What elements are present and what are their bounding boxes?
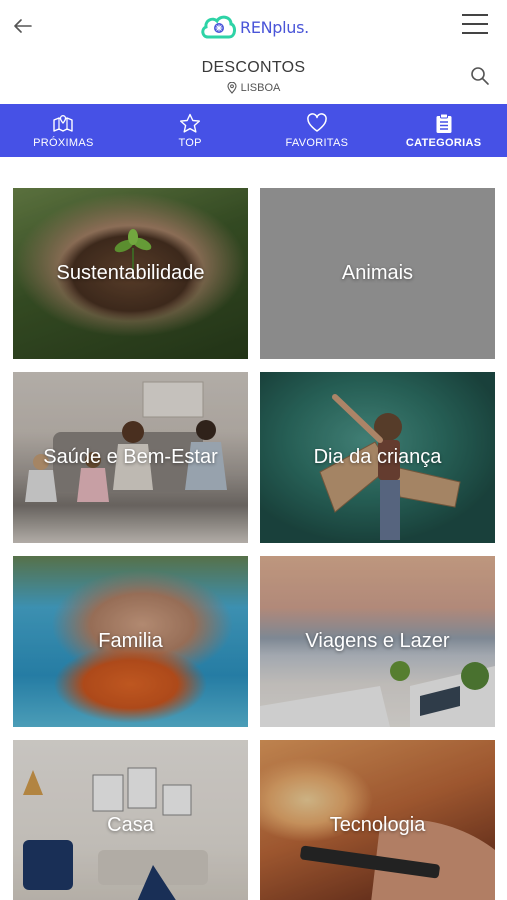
- location-label: LISBOA: [240, 82, 281, 94]
- category-label: Tecnologia: [329, 814, 426, 836]
- tab-label: FAVORITAS: [285, 137, 349, 149]
- page-title: DESCONTOS: [201, 59, 306, 76]
- tab-label: CATEGORIAS: [405, 137, 482, 149]
- category-label: Animais: [341, 262, 414, 284]
- tab-label: PRÓXIMAS: [33, 137, 94, 149]
- category-card-animais[interactable]: Animais: [260, 188, 495, 359]
- menu-line: [462, 14, 488, 16]
- back-button[interactable]: [10, 14, 36, 38]
- tab-top[interactable]: TOP: [127, 104, 254, 157]
- category-label: Saúde e Bem-Estar: [43, 446, 218, 468]
- category-card-sustentabilidade[interactable]: Sustentabilidade: [13, 188, 248, 359]
- tab-label: TOP: [178, 137, 202, 149]
- category-tabs: PRÓXIMAS TOP FAVORITAS CATEGORIAS: [0, 104, 507, 157]
- category-card-saude-bem-estar[interactable]: Saúde e Bem-Estar: [13, 372, 248, 543]
- top-bar: RENplus.: [0, 0, 507, 54]
- arrow-left-icon: [14, 19, 32, 33]
- category-card-casa[interactable]: Casa: [13, 740, 248, 900]
- star-icon: [180, 113, 201, 133]
- category-label: Casa: [107, 814, 154, 836]
- map-icon: [53, 115, 74, 132]
- menu-line: [462, 23, 488, 25]
- search-button[interactable]: [470, 66, 492, 88]
- category-card-familia[interactable]: Familia: [13, 556, 248, 727]
- category-card-viagens-lazer[interactable]: Viagens e Lazer: [260, 556, 495, 727]
- location-indicator[interactable]: LISBOA: [0, 82, 507, 94]
- menu-line: [462, 32, 488, 34]
- logo-cloud-icon: [201, 15, 236, 39]
- category-card-tecnologia[interactable]: Tecnologia: [260, 740, 495, 900]
- category-label: Dia da criança: [313, 446, 442, 468]
- logo-text: RENplus.: [240, 17, 309, 37]
- tab-categorias[interactable]: CATEGORIAS: [380, 104, 507, 157]
- category-grid: Sustentabilidade Animais Saúde e Bem-Est…: [13, 188, 495, 900]
- location-pin-icon: [227, 82, 237, 94]
- search-icon: [471, 67, 489, 85]
- category-card-dia-da-crianca[interactable]: Dia da criança: [260, 372, 495, 543]
- hamburger-menu-button[interactable]: [460, 12, 490, 38]
- app-logo: RENplus.: [200, 10, 309, 44]
- clipboard-icon: [436, 113, 452, 133]
- category-label: Familia: [98, 630, 163, 652]
- tab-proximas[interactable]: PRÓXIMAS: [0, 104, 127, 157]
- tab-favoritas[interactable]: FAVORITAS: [254, 104, 381, 157]
- category-label: Viagens e Lazer: [305, 630, 450, 652]
- category-label: Sustentabilidade: [56, 262, 205, 284]
- title-bar: DESCONTOS LISBOA: [0, 54, 507, 104]
- heart-icon: [307, 113, 327, 132]
